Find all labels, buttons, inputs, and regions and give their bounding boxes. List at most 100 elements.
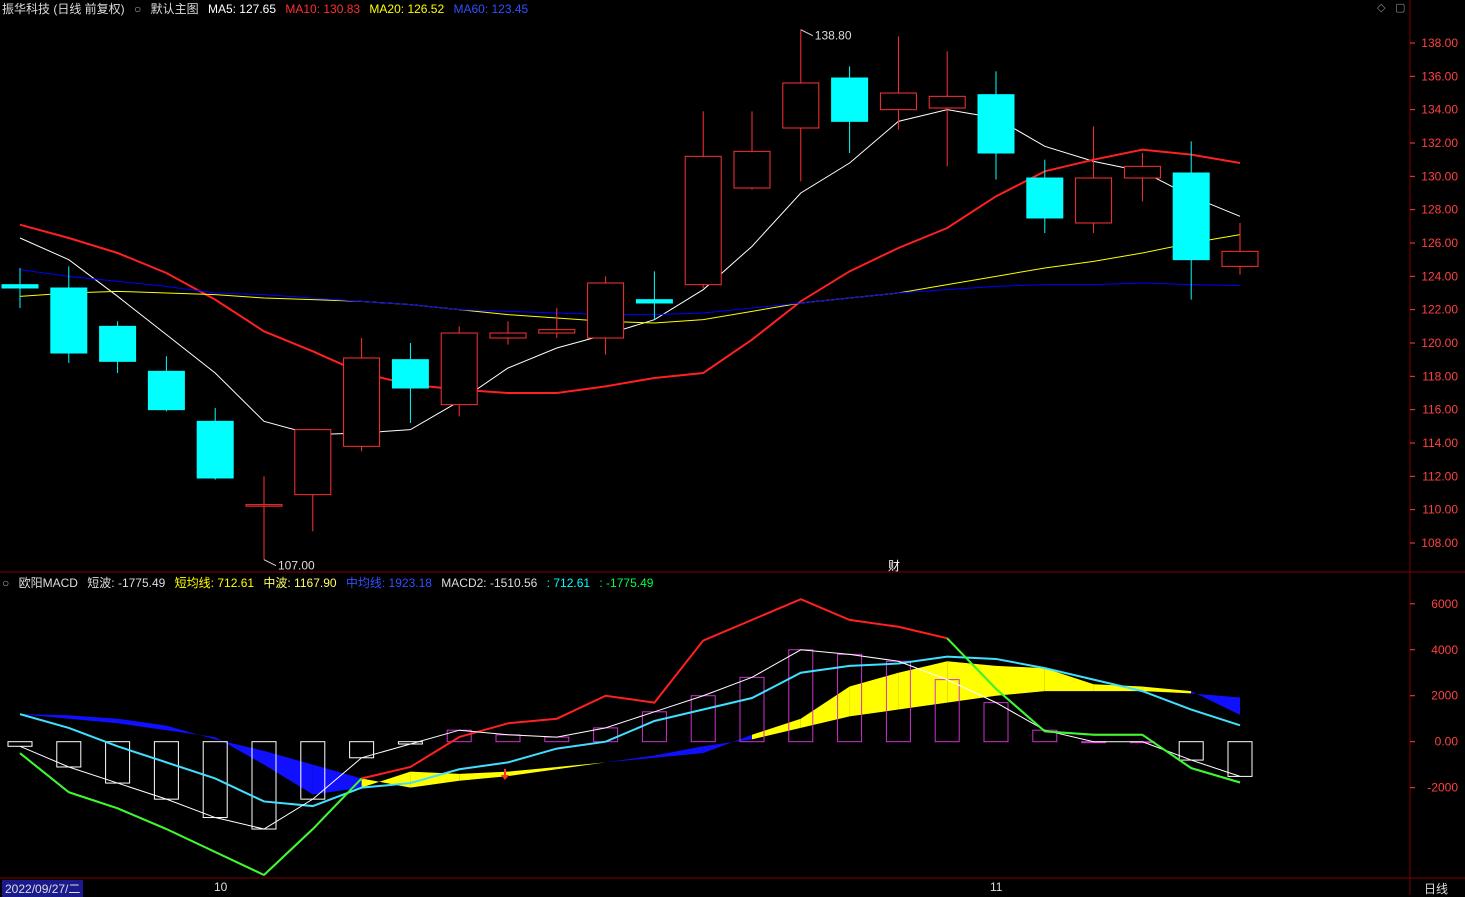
candle-body: [831, 77, 869, 122]
y-tick-label: 108.00: [1421, 536, 1458, 550]
histogram-bar: [1227, 741, 1253, 777]
short-wave-below-segment: [68, 791, 118, 810]
short-wave-below-segment: [117, 807, 167, 830]
candle-body: [1026, 177, 1064, 219]
band-segment: [703, 734, 752, 754]
mid-wave-label: 中波: 1167.90: [263, 576, 337, 590]
circle-icon: ○: [134, 2, 142, 16]
short-wave-below-segment: [263, 828, 314, 876]
band-segment: [459, 771, 508, 781]
y-tick-label: 120.00: [1421, 336, 1458, 350]
histogram-bar: [690, 695, 716, 743]
extra2-label: : -1775.49: [599, 576, 654, 590]
candle-body: [1172, 172, 1210, 261]
candle-body: [782, 82, 820, 129]
ma5-label: MA5: 127.65: [207, 2, 277, 16]
histogram-bar: [983, 702, 1009, 743]
y-tick-label: 114.00: [1422, 436, 1458, 450]
histogram-bar: [641, 711, 667, 743]
candle-body: [440, 332, 478, 406]
candle-body: [1075, 177, 1113, 224]
histogram-bar: [7, 741, 33, 747]
candle-body: [1, 284, 39, 289]
candle-body: [391, 359, 429, 389]
short-wave-label: 短波: -1775.49: [87, 576, 166, 590]
short-wave-below-segment: [1141, 733, 1192, 769]
band-segment: [166, 725, 216, 740]
ma60-label: MA60: 123.45: [453, 2, 529, 16]
band-segment: [996, 665, 1045, 696]
y-tick-label: 132.00: [1421, 136, 1458, 150]
band-segment: [800, 686, 850, 728]
period-label[interactable]: 日线: [1424, 880, 1448, 897]
candle-body: [343, 357, 381, 447]
annotation-pointer: [800, 29, 814, 37]
candle-body: [99, 325, 137, 362]
y-tick-label: 130.00: [1421, 169, 1458, 183]
y-tick-label: 134.00: [1421, 103, 1458, 117]
sub-y-tick-label: 2000: [1431, 689, 1458, 703]
band-segment: [508, 766, 557, 777]
y-tick-label: 118.00: [1422, 369, 1458, 383]
y-tick-label: 124.00: [1421, 269, 1458, 283]
y-tick-label: 136.00: [1421, 69, 1458, 83]
band-segment: [1142, 686, 1192, 694]
candle-body: [928, 95, 966, 109]
candle-body: [977, 94, 1015, 154]
date-label: 2022/09/27/二: [2, 880, 84, 897]
annotation-pointer: [263, 559, 277, 567]
y-tick-label: 116.00: [1422, 403, 1458, 417]
month-11-label: 11: [990, 880, 1003, 894]
y-tick-label: 122.00: [1421, 303, 1458, 317]
histogram-bar: [544, 736, 570, 743]
ma20-label: MA20: 126.52: [369, 2, 445, 16]
window-icon[interactable]: ▢: [1395, 1, 1405, 14]
short-wave-below-segment: [19, 752, 70, 794]
extra1-label: : 712.61: [546, 576, 591, 590]
band-segment: [752, 718, 801, 740]
histogram-bar: [105, 741, 131, 784]
short-wave-below-segment: [1044, 730, 1094, 736]
histogram-bar: [153, 741, 179, 800]
short-avg-label: 短均线: 712.61: [174, 576, 255, 590]
histogram-bar: [202, 741, 228, 819]
y-tick-label: 126.00: [1421, 236, 1458, 250]
candle-body: [587, 282, 625, 339]
band-segment: [117, 718, 167, 731]
candle-body: [635, 299, 673, 304]
histogram-bar: [446, 729, 472, 743]
y-tick-label: 110.00: [1422, 503, 1458, 517]
ma-line-ma20: [19, 234, 1241, 324]
macd2-label: MACD2: -1510.56: [441, 576, 538, 590]
candle-body: [147, 370, 185, 411]
band-segment: [556, 762, 606, 770]
band-segment: [898, 661, 948, 710]
template-label[interactable]: 默认主图: [151, 2, 199, 16]
candle-body: [294, 429, 332, 496]
band-segment: [605, 755, 655, 763]
stock-title[interactable]: 振华科技 (日线 前复权): [2, 2, 125, 16]
finance-marker[interactable]: 财: [888, 557, 900, 574]
y-tick-label: 128.00: [1421, 203, 1458, 217]
band-segment: [68, 715, 118, 724]
candle-body: [196, 420, 234, 479]
band-segment: [654, 746, 704, 758]
candle-body: [1221, 250, 1259, 267]
band-segment: [410, 771, 460, 788]
band-segment: [1044, 668, 1094, 692]
candle-body: [489, 332, 527, 339]
candle-body: [538, 329, 576, 334]
sub-y-tick-label: 0.00: [1435, 735, 1459, 749]
candle-body: [1123, 165, 1161, 179]
candle-body: [733, 150, 771, 189]
diamond-icon[interactable]: ◇: [1377, 1, 1385, 14]
band-segment: [849, 672, 899, 717]
chart-canvas[interactable]: 108.00110.00112.00114.00116.00118.00120.…: [0, 0, 1465, 895]
short-wave-below-segment: [995, 688, 1046, 733]
short-wave-below-segment: [1190, 767, 1241, 784]
indicator-name[interactable]: 欧阳MACD: [19, 576, 78, 590]
main-chart-header: 振华科技 (日线 前复权) ○ 默认主图 MA5: 127.65 MA10: 1…: [2, 0, 534, 17]
sub-y-tick-label: 6000: [1431, 597, 1458, 611]
y-tick-label: 138.00: [1421, 36, 1458, 50]
short-wave-below-segment: [165, 828, 216, 853]
